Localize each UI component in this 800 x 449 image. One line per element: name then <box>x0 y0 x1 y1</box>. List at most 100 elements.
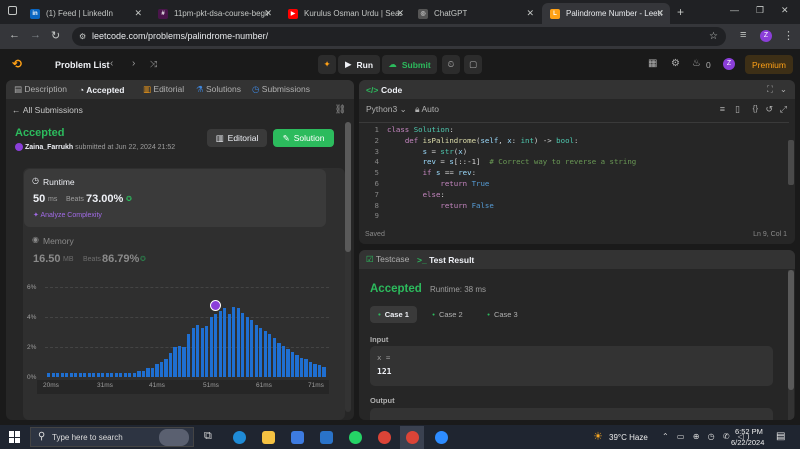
chart-bar[interactable] <box>214 314 218 377</box>
chart-bar[interactable] <box>47 372 51 377</box>
chart-bar[interactable] <box>51 372 55 377</box>
runtime-box[interactable]: ◷ Runtime 50 ms Beats 73.00% ✪ ✦ Analyze… <box>24 169 326 227</box>
timer-button[interactable]: ⏲ <box>442 55 460 74</box>
chart-bar[interactable] <box>78 372 82 377</box>
chart-bar[interactable] <box>191 327 195 377</box>
chart-bar[interactable] <box>74 372 78 377</box>
chart-bar[interactable] <box>281 345 286 377</box>
chart-bar[interactable] <box>209 317 213 377</box>
close-icon[interactable]: ✕ <box>396 8 404 19</box>
store-icon[interactable] <box>291 431 304 444</box>
braces-icon[interactable]: {} <box>753 104 758 113</box>
chart-bar[interactable] <box>101 372 105 377</box>
clock-time[interactable]: 6:52 PM <box>735 427 763 436</box>
windows-start-icon[interactable] <box>9 431 21 443</box>
notes-button[interactable]: ▢ <box>464 55 482 74</box>
tab-testcase[interactable]: ☑ Testcase <box>366 254 409 265</box>
chart-bar[interactable] <box>317 365 322 377</box>
premium-button[interactable]: Premium <box>745 55 793 74</box>
case-1-tab[interactable]: • Case 1 <box>370 306 417 323</box>
user-avatar[interactable]: Z <box>723 58 735 70</box>
chart-bar[interactable] <box>92 372 96 377</box>
chart-bar[interactable] <box>119 372 123 377</box>
memory-label[interactable]: Memory <box>43 236 74 246</box>
tab-accepted[interactable]: ◔ Accepted <box>79 85 124 95</box>
prev-problem-icon[interactable]: ‹ <box>110 58 113 69</box>
site-info-icon[interactable]: ⚙ <box>79 27 86 46</box>
chart-bar[interactable] <box>232 306 236 377</box>
chart-bar[interactable] <box>236 308 240 377</box>
chart-bar[interactable] <box>205 326 209 377</box>
close-icon[interactable]: ✕ <box>134 8 142 19</box>
chart-bar[interactable] <box>272 338 276 377</box>
chart-bar[interactable] <box>187 333 191 377</box>
all-submissions-link[interactable]: ← All Submissions <box>12 105 83 115</box>
chart-bar[interactable] <box>263 330 267 377</box>
close-icon[interactable]: ✕ <box>264 8 272 19</box>
maximize-icon[interactable]: ⛶ <box>767 84 773 95</box>
chrome-active-icon[interactable] <box>400 426 424 449</box>
new-tab-button[interactable]: + <box>677 5 684 19</box>
scrollbar[interactable] <box>345 122 351 412</box>
reload-icon[interactable]: ↻ <box>51 29 60 42</box>
code-editor[interactable]: 123456789 class Solution: def isPalindro… <box>359 122 789 220</box>
minimize-icon[interactable]: — <box>730 5 739 15</box>
editor-scrollbar[interactable] <box>788 140 794 185</box>
scrollbar-thumb[interactable] <box>345 122 351 252</box>
code-line[interactable]: rev = s[::-1] # Correct way to reverse a… <box>387 157 637 168</box>
chart-bar[interactable] <box>87 372 91 377</box>
collapse-icon[interactable]: ⌄ <box>780 84 787 95</box>
tab-submissions[interactable]: ◷ Submissions <box>252 84 310 95</box>
browser-tab-chatgpt[interactable]: ◎ ChatGPT ✕ <box>410 3 540 24</box>
chart-bar[interactable] <box>137 371 141 377</box>
taskbar-search-input[interactable]: ⚲ Type here to search <box>30 427 194 447</box>
url-input[interactable]: ⚙ leetcode.com/problems/palindrome-numbe… <box>72 27 726 46</box>
chart-bar[interactable] <box>146 368 150 377</box>
chart-bar[interactable] <box>259 327 263 377</box>
chart-bar[interactable] <box>141 371 146 377</box>
media-icon[interactable]: ≡ <box>740 29 746 41</box>
chart-bar[interactable] <box>277 342 281 377</box>
fullscreen-icon[interactable]: ⤢ <box>780 104 787 115</box>
chart-bar[interactable] <box>177 345 182 377</box>
task-view-icon[interactable]: ⧉ <box>204 430 212 443</box>
browser-tab-leetcode[interactable]: L Palindrome Number - LeetC ✕ <box>542 3 670 24</box>
chart-bar[interactable] <box>196 324 200 377</box>
bookmark-icon[interactable]: ▯ <box>735 104 740 115</box>
chart-bar[interactable] <box>168 353 173 377</box>
chart-bar[interactable] <box>155 363 159 377</box>
chart-bar[interactable] <box>254 324 258 377</box>
share-link-icon[interactable]: ⛓ <box>335 104 346 115</box>
chart-bar[interactable] <box>110 372 114 377</box>
chart-bar[interactable] <box>308 362 313 377</box>
chart-bar[interactable] <box>114 372 118 377</box>
solution-button[interactable]: ✎ Solution <box>273 129 334 147</box>
chart-bar[interactable] <box>304 359 308 377</box>
chart-bar[interactable] <box>65 372 69 377</box>
chart-bar[interactable] <box>299 357 304 377</box>
clock-date[interactable]: 6/22/2024 <box>731 438 764 447</box>
chart-bar[interactable] <box>322 366 326 377</box>
mode-toggle[interactable]: 🔒︎ Auto <box>415 104 439 115</box>
weather-text[interactable]: 39°C Haze <box>609 433 648 442</box>
browser-tab-slack[interactable]: # 11pm-pkt-dsa-course-begin ✕ <box>150 3 278 24</box>
chart-bar[interactable] <box>250 320 254 377</box>
code-line[interactable]: s = str(x) <box>387 147 636 158</box>
settings-gear-icon[interactable]: ⚙ <box>671 58 680 69</box>
scrollbar-thumb[interactable] <box>788 270 794 390</box>
chart-bar[interactable] <box>56 372 60 377</box>
profile-avatar[interactable]: Z <box>760 30 772 42</box>
chart-bar[interactable] <box>218 311 222 377</box>
shuffle-icon[interactable]: ⤨ <box>150 59 157 70</box>
browser-tab-youtube[interactable]: ▶ Kurulus Osman Urdu | Seaso ✕ <box>280 3 410 24</box>
reset-icon[interactable]: ↺ <box>765 104 773 115</box>
editorial-button[interactable]: ▥ Editorial <box>207 129 267 147</box>
problem-list-link[interactable]: Problem List <box>55 60 110 70</box>
chart-bar[interactable] <box>164 359 168 377</box>
code-line[interactable]: class Solution: <box>387 125 636 136</box>
chart-bar[interactable] <box>69 372 73 377</box>
username[interactable]: Zaina_Farrukh <box>25 144 73 151</box>
back-icon[interactable]: ← <box>9 29 20 41</box>
chart-bar[interactable] <box>132 372 136 377</box>
chart-bar[interactable] <box>173 347 177 377</box>
